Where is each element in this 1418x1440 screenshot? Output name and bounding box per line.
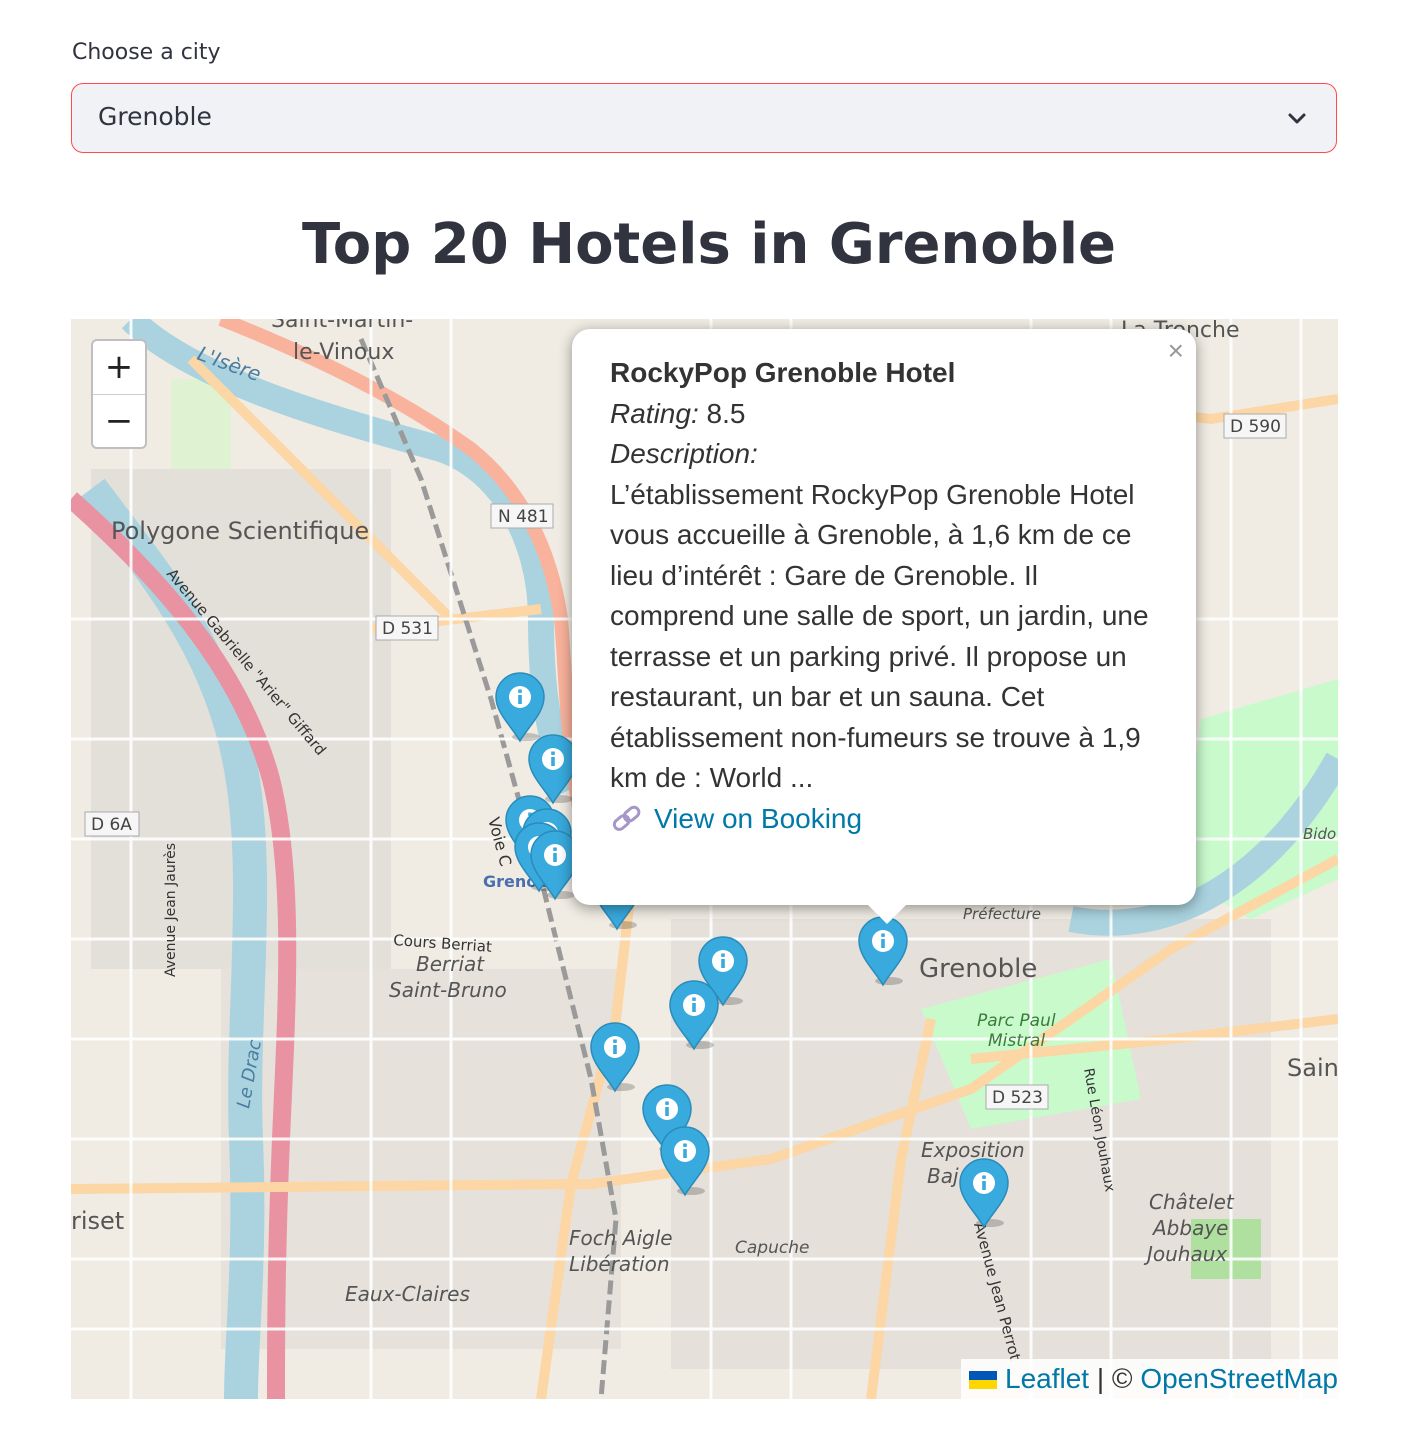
page-title: Top 20 Hotels in Grenoble	[301, 212, 1117, 277]
road-label-d523: D 523	[992, 1088, 1043, 1108]
city-select-value: Grenoble	[98, 102, 212, 131]
label-grenoble-city: Grenoble	[919, 954, 1037, 984]
openstreetmap-link[interactable]: OpenStreetMap	[1140, 1363, 1338, 1394]
zoom-out-button[interactable]: −	[93, 395, 145, 448]
city-select-label: Choose a city	[72, 40, 221, 65]
popup-link-row: View on Booking	[610, 799, 1158, 840]
popup-description-label: Description:	[610, 438, 758, 469]
popup-rating: Rating: 8.5	[610, 394, 1158, 435]
popup-rating-label: Rating:	[610, 397, 699, 429]
zoom-in-button[interactable]: +	[93, 341, 145, 395]
ukraine-flag-icon	[969, 1371, 997, 1389]
view-on-booking-link[interactable]: View on Booking	[654, 803, 862, 834]
link-icon	[612, 805, 641, 831]
road-label-d590: D 590	[1230, 417, 1281, 437]
info-marker-icon[interactable]	[958, 1157, 1010, 1229]
label-saint-m: Sain	[1287, 1054, 1338, 1082]
label-avenue-jaures: Avenue Jean Jaurès	[163, 843, 179, 977]
popup-close-button[interactable]: ×	[1168, 335, 1184, 367]
label-eaux-claires: Eaux-Claires	[345, 1282, 470, 1306]
label-prefecture: Préfecture	[963, 905, 1041, 923]
hotel-map[interactable]: N 481 D 531 D 590 D 6A D 523 Saint-Marti…	[71, 319, 1338, 1399]
label-berriat: Berriat	[416, 952, 485, 976]
info-marker-icon[interactable]	[589, 1021, 641, 1093]
label-mistral: Mistral	[988, 1031, 1045, 1051]
popup-rating-value: 8.5	[706, 397, 746, 429]
label-bidon: Bido	[1303, 825, 1336, 843]
label-foch: Foch Aigle	[569, 1226, 673, 1250]
info-marker-icon[interactable]	[659, 1125, 711, 1197]
label-saint-martin: Saint-Martin-	[271, 319, 413, 333]
label-liberation: Libération	[569, 1252, 670, 1276]
label-capuche: Capuche	[735, 1238, 809, 1258]
leaflet-link[interactable]: Leaflet	[1005, 1363, 1089, 1394]
popup-hotel-name: RockyPop Grenoble Hotel	[610, 357, 956, 388]
popup-description: L’établissement RockyPop Grenoble Hotel …	[610, 478, 1149, 794]
label-parc-paul: Parc Paul	[977, 1011, 1056, 1031]
label-seyssinet: riset	[71, 1207, 124, 1235]
label-abbaye: Abbaye	[1151, 1216, 1228, 1240]
label-polygone: Polygone Scientifique	[111, 517, 369, 545]
label-saint-bruno: Saint-Bruno	[389, 978, 507, 1002]
road-label-d531: D 531	[382, 619, 433, 639]
hotel-popup: × RockyPop Grenoble Hotel Rating: 8.5 De…	[572, 329, 1196, 905]
map-attribution: Leaflet | © OpenStreetMap	[961, 1359, 1338, 1399]
road-label-n481: N 481	[498, 507, 549, 527]
popup-tip	[867, 904, 907, 924]
label-jouhaux: Jouhaux	[1143, 1242, 1227, 1266]
label-bajatiere: Baj	[927, 1164, 959, 1188]
info-marker-icon[interactable]	[668, 979, 720, 1051]
label-chatelet: Châtelet	[1149, 1190, 1235, 1214]
attribution-separator: | ©	[1089, 1363, 1141, 1394]
road-label-d6a: D 6A	[91, 815, 132, 835]
label-le-vinoux: le-Vinoux	[293, 340, 394, 365]
zoom-control: + −	[91, 339, 147, 449]
info-marker-icon[interactable]	[857, 915, 909, 987]
chevron-down-icon	[1288, 113, 1306, 124]
city-select[interactable]: Grenoble	[71, 83, 1337, 153]
